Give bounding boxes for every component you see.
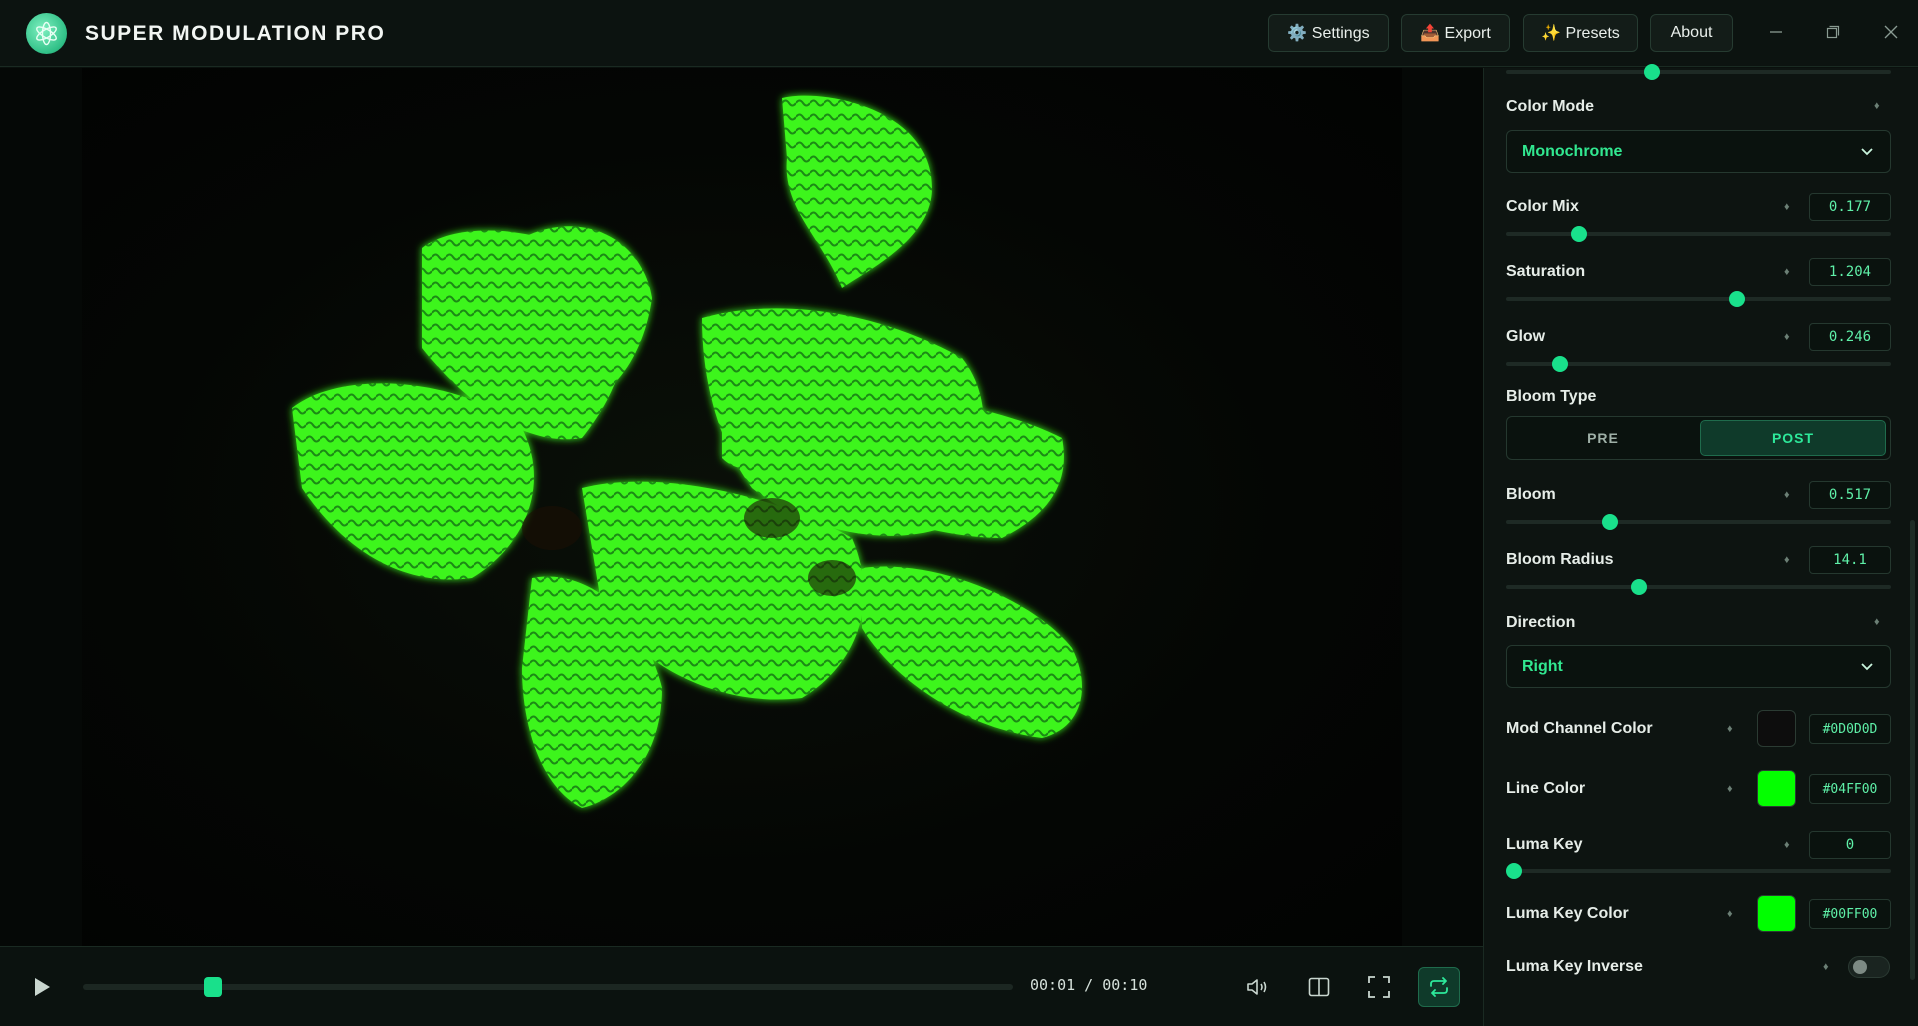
panel-scrollbar[interactable] xyxy=(1910,520,1915,980)
luma-key-slider[interactable] xyxy=(1506,863,1891,879)
bloom-label: Bloom xyxy=(1506,486,1556,503)
fullscreen-icon[interactable] xyxy=(1361,969,1397,1005)
slider-thumb[interactable] xyxy=(1630,579,1647,595)
chevron-down-icon xyxy=(1861,148,1873,156)
luma-key-color-hex[interactable]: #00FF00 xyxy=(1809,899,1891,929)
time-display: 00:01 / 00:10 xyxy=(1030,976,1148,994)
saturation-label: Saturation xyxy=(1506,263,1586,280)
settings-button[interactable]: ⚙️ Settings xyxy=(1268,14,1389,52)
play-icon[interactable] xyxy=(24,969,60,1005)
luma-key-label: Luma Key xyxy=(1506,836,1583,853)
video-viewport[interactable] xyxy=(0,68,1483,946)
presets-button[interactable]: ✨ Presets xyxy=(1523,14,1638,52)
restore-icon[interactable] xyxy=(1819,18,1847,46)
line-color-swatch[interactable] xyxy=(1757,770,1796,807)
keyframe-diamond-icon[interactable]: ♦ xyxy=(1874,100,1880,112)
direction-dropdown[interactable]: Right xyxy=(1506,645,1891,688)
export-button[interactable]: 📤 Export xyxy=(1401,14,1510,52)
toggle-knob xyxy=(1853,960,1867,974)
glow-slider[interactable] xyxy=(1506,356,1891,372)
keyframe-diamond-icon[interactable]: ♦ xyxy=(1784,201,1790,213)
luma-key-value[interactable]: 0 xyxy=(1809,831,1891,859)
close-icon[interactable] xyxy=(1877,18,1905,46)
app-title: SUPER MODULATION PRO xyxy=(85,22,386,45)
keyframe-diamond-icon[interactable]: ♦ xyxy=(1784,331,1790,343)
luma-key-color-swatch[interactable] xyxy=(1757,895,1796,932)
about-button[interactable]: About xyxy=(1650,14,1733,52)
keyframe-diamond-icon[interactable]: ♦ xyxy=(1784,489,1790,501)
color-mix-label: Color Mix xyxy=(1506,198,1579,215)
mod-channel-color-label: Mod Channel Color xyxy=(1506,720,1653,737)
chevron-down-icon xyxy=(1861,663,1873,671)
line-color-label: Line Color xyxy=(1506,780,1586,797)
bloom-type-pre[interactable]: PRE xyxy=(1510,420,1696,456)
bloom-radius-label: Bloom Radius xyxy=(1506,551,1614,568)
color-mode-dropdown[interactable]: Monochrome xyxy=(1506,130,1891,173)
app-logo-icon xyxy=(26,13,67,54)
progress-bar[interactable] xyxy=(83,977,1013,997)
line-color-hex[interactable]: #04FF00 xyxy=(1809,774,1891,804)
keyframe-diamond-icon[interactable]: ♦ xyxy=(1784,839,1790,851)
slider-thumb[interactable] xyxy=(1729,291,1745,307)
slider-thumb[interactable] xyxy=(1551,356,1568,372)
minimize-icon[interactable] xyxy=(1762,18,1790,46)
color-mix-slider[interactable] xyxy=(1506,226,1891,242)
direction-value: Right xyxy=(1522,658,1563,675)
playback-controls: 00:01 / 00:10 xyxy=(0,946,1483,1026)
keyframe-diamond-icon[interactable]: ♦ xyxy=(1727,723,1733,735)
bloom-radius-slider[interactable] xyxy=(1506,579,1891,595)
bloom-type-post[interactable]: POST xyxy=(1700,420,1886,456)
luma-key-inverse-toggle[interactable] xyxy=(1848,956,1890,978)
keyframe-diamond-icon[interactable]: ♦ xyxy=(1823,961,1829,973)
keyframe-diamond-icon[interactable]: ♦ xyxy=(1727,908,1733,920)
mod-channel-color-swatch[interactable] xyxy=(1757,710,1796,747)
luma-key-color-label: Luma Key Color xyxy=(1506,905,1629,922)
slider-thumb[interactable] xyxy=(1601,514,1618,530)
luma-key-inverse-label: Luma Key Inverse xyxy=(1506,958,1643,975)
bloom-type-segmented: PRE POST xyxy=(1506,416,1891,460)
keyframe-diamond-icon[interactable]: ♦ xyxy=(1784,266,1790,278)
bloom-value[interactable]: 0.517 xyxy=(1809,481,1891,509)
color-mode-label: Color Mode xyxy=(1506,98,1594,115)
top-slider[interactable] xyxy=(1506,64,1891,80)
bloom-slider[interactable] xyxy=(1506,514,1891,530)
saturation-slider[interactable] xyxy=(1506,291,1891,307)
flower-image xyxy=(292,95,1082,808)
mod-channel-color-hex[interactable]: #0D0D0D xyxy=(1809,714,1891,744)
bloom-type-label: Bloom Type xyxy=(1506,388,1597,405)
keyframe-diamond-icon[interactable]: ♦ xyxy=(1784,554,1790,566)
bloom-radius-value[interactable]: 14.1 xyxy=(1809,546,1891,574)
color-mode-value: Monochrome xyxy=(1522,143,1623,160)
title-bar: SUPER MODULATION PRO ⚙️ Settings 📤 Expor… xyxy=(0,0,1918,67)
slider-thumb[interactable] xyxy=(1506,863,1522,879)
volume-icon[interactable] xyxy=(1240,969,1276,1005)
glow-value[interactable]: 0.246 xyxy=(1809,323,1891,351)
split-view-icon[interactable] xyxy=(1301,969,1337,1005)
saturation-value[interactable]: 1.204 xyxy=(1809,258,1891,286)
keyframe-diamond-icon[interactable]: ♦ xyxy=(1874,616,1880,628)
loop-icon xyxy=(1430,977,1448,997)
progress-thumb[interactable] xyxy=(203,977,222,997)
loop-button[interactable] xyxy=(1418,967,1460,1007)
video-frame xyxy=(82,68,1402,946)
glow-label: Glow xyxy=(1506,328,1546,345)
color-mix-value[interactable]: 0.177 xyxy=(1809,193,1891,221)
direction-label: Direction xyxy=(1506,614,1576,631)
keyframe-diamond-icon[interactable]: ♦ xyxy=(1727,783,1733,795)
